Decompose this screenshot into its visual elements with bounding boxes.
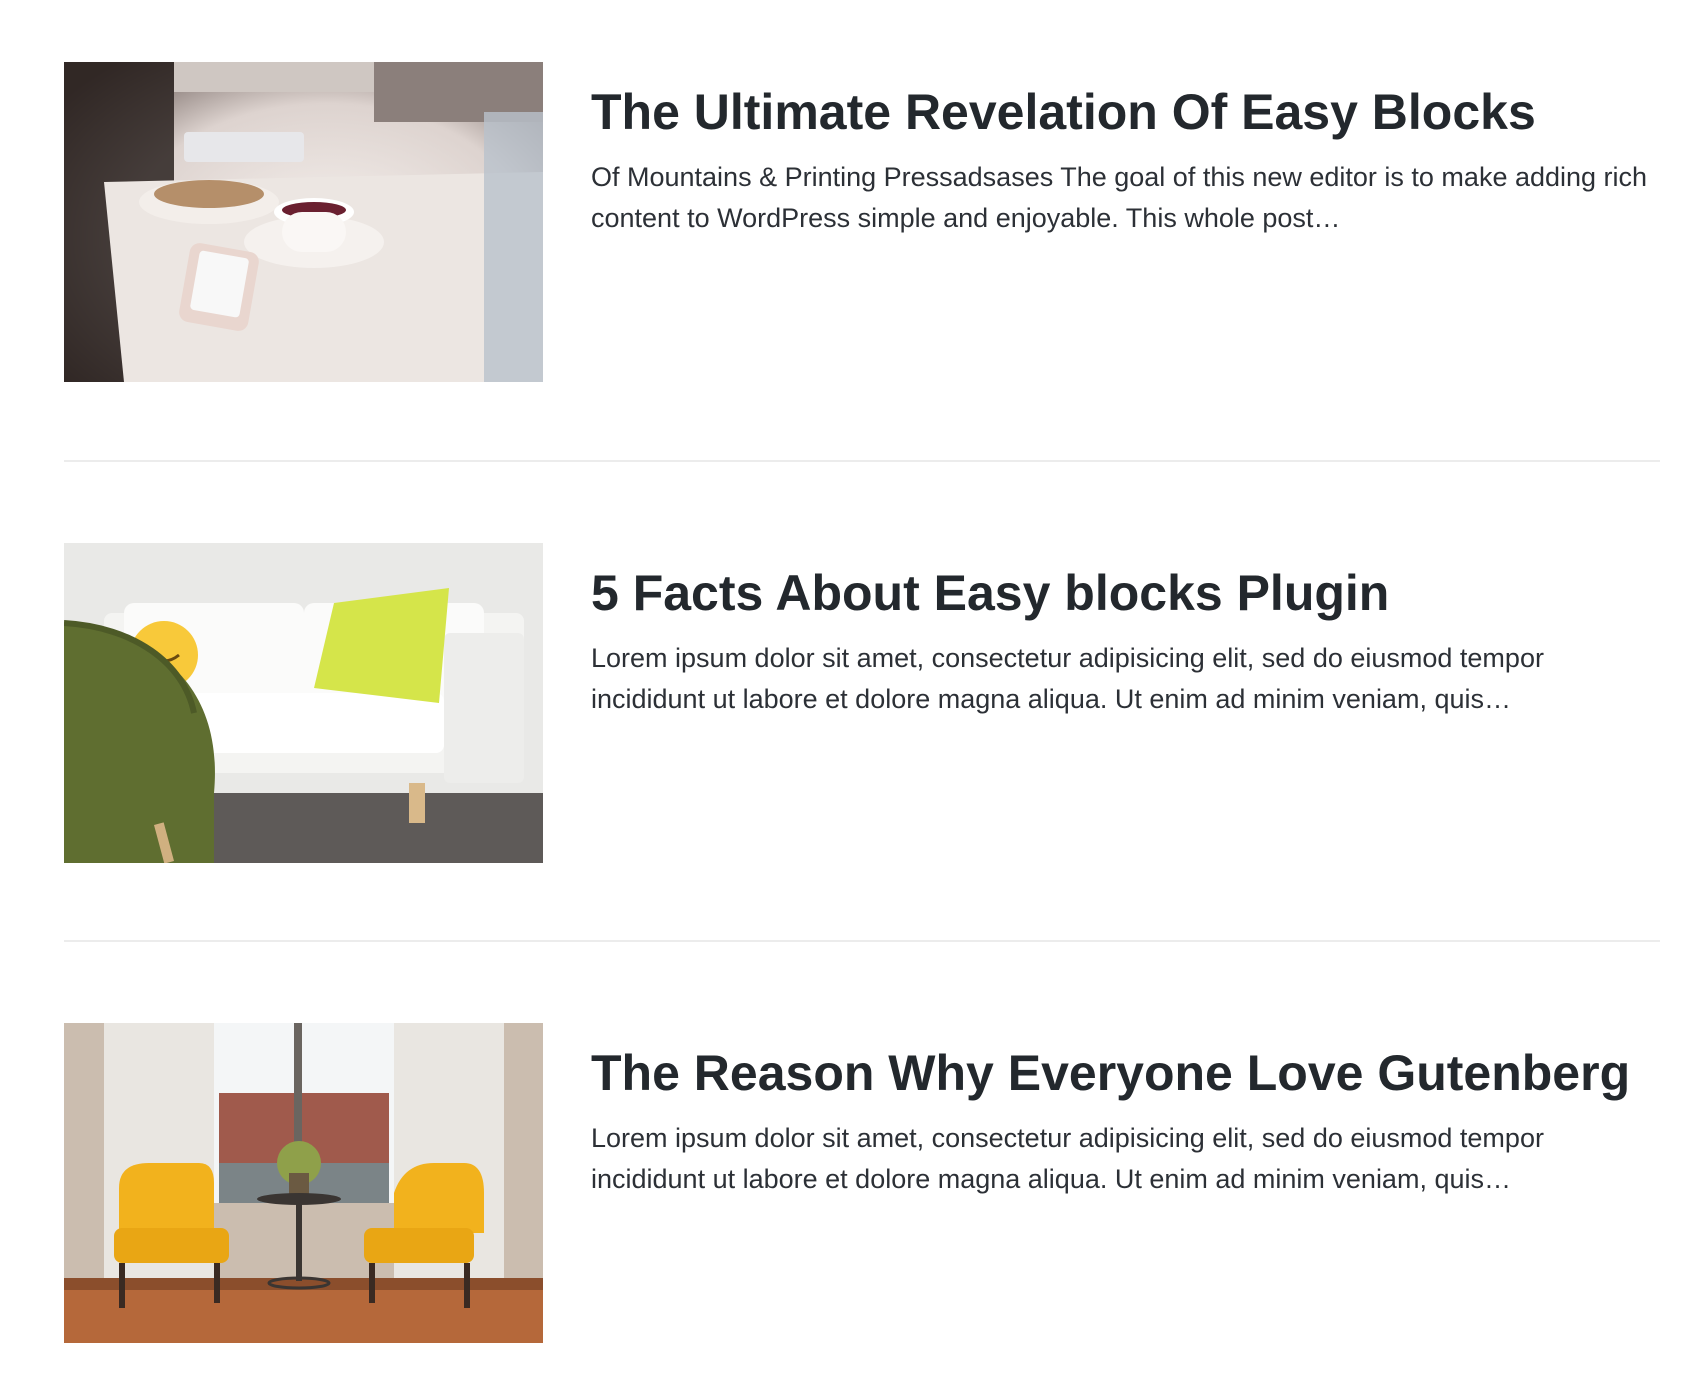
post-divider bbox=[64, 460, 1660, 462]
post-item: The Reason Why Everyone Love Gutenberg L… bbox=[64, 1023, 1660, 1343]
post-list: The Ultimate Revelation Of Easy Blocks O… bbox=[0, 0, 1708, 1388]
yellow-chairs-image bbox=[64, 1023, 543, 1343]
post-excerpt: Of Mountains & Printing Pressadsases The… bbox=[591, 162, 1648, 233]
post-excerpt: Lorem ipsum dolor sit amet, consectetur … bbox=[591, 1123, 1544, 1194]
post-title[interactable]: The Reason Why Everyone Love Gutenberg bbox=[591, 1041, 1630, 1105]
post-title[interactable]: 5 Facts About Easy blocks Plugin bbox=[591, 561, 1389, 625]
post-thumbnail-white-sofa[interactable] bbox=[64, 543, 543, 863]
post-divider bbox=[64, 940, 1660, 942]
post-item: The Ultimate Revelation Of Easy Blocks O… bbox=[64, 62, 1660, 382]
post-excerpt: Lorem ipsum dolor sit amet, consectetur … bbox=[591, 643, 1544, 714]
post-thumbnail-coffee-table[interactable] bbox=[64, 62, 543, 382]
post-title[interactable]: The Ultimate Revelation Of Easy Blocks bbox=[591, 80, 1536, 144]
coffee-table-image bbox=[64, 62, 543, 382]
post-item: 5 Facts About Easy blocks Plugin Lorem i… bbox=[64, 543, 1660, 863]
post-thumbnail-yellow-chairs[interactable] bbox=[64, 1023, 543, 1343]
white-sofa-image bbox=[64, 543, 543, 863]
